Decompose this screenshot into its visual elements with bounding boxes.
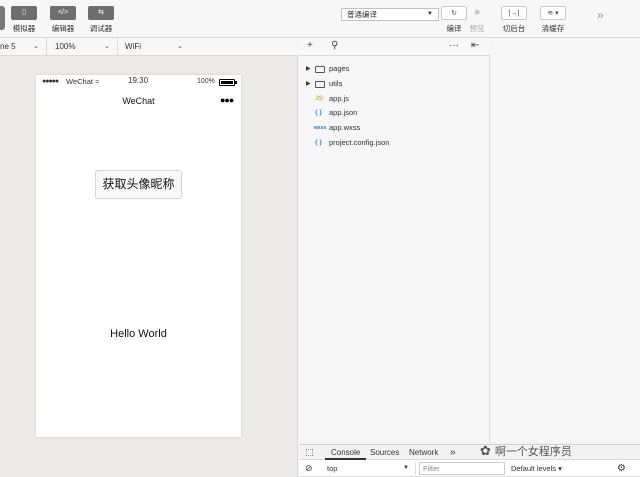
debugger-button[interactable]: ⇆ 调试器 [88, 6, 114, 34]
caret-right-icon: ▶ [306, 66, 311, 72]
tree-item-app-json[interactable]: { } app.json [299, 106, 490, 120]
tree-item-app-wxss[interactable]: wxss app.wxss [299, 121, 490, 135]
get-profile-button[interactable]: 获取头像昵称 [95, 170, 182, 199]
signal-icon: ●●●●● [42, 78, 59, 85]
status-time: 19:30 [128, 76, 149, 85]
battery-fill [221, 81, 233, 84]
tree-item-label: utils [329, 79, 343, 88]
wechat-logo-icon: ✿ [480, 443, 491, 458]
carrier-label: WeChat [66, 77, 93, 86]
eye-icon: ◉ [473, 9, 481, 16]
avatar[interactable] [0, 6, 5, 30]
file-tree-header: + ⚲ ··· ⇤ [299, 38, 490, 56]
battery-icon [219, 79, 237, 86]
wifi-icon: ≈ [95, 77, 100, 86]
debugger-label: 调试器 [89, 24, 113, 33]
hello-text: Hello World [110, 328, 167, 340]
battery-percent: 100% [197, 78, 215, 85]
background-label: 切后台 [502, 24, 526, 33]
levels-label: Default levels [511, 464, 557, 473]
tree-item-label: app.json [329, 108, 358, 117]
tree-item-project-config[interactable]: { } project.config.json [299, 136, 490, 150]
preview-button[interactable]: ◉ 预览 [464, 6, 490, 34]
tree-item-pages[interactable]: ▶ pages [299, 62, 490, 76]
more-icon[interactable]: ··· [449, 40, 459, 51]
tree-item-utils[interactable]: ▶ utils [299, 77, 490, 91]
folder-icon [315, 81, 325, 88]
zoom-value: 100% [55, 42, 76, 51]
watermark-text: 啊一个女程序员 [494, 446, 572, 458]
phone-icon: ▯ [11, 6, 37, 20]
tree-item-label: app.wxss [329, 123, 361, 132]
clear-cache-button[interactable]: ≋ ▾ 清缓存 [540, 6, 566, 34]
code-icon: </> [50, 6, 76, 20]
tree-item-app-js[interactable]: JS app.js [299, 92, 490, 106]
preview-label: 预览 [469, 24, 485, 33]
tab-network[interactable]: Network [409, 445, 438, 460]
chevron-right-icon[interactable]: » [597, 8, 604, 22]
compile-mode-select[interactable]: 普通编译 ▼ [341, 8, 439, 21]
compile-label: 编译 [446, 24, 462, 33]
device-bar: ne 5 ⌄ 100% ⌄ WiFi ⌄ [0, 38, 298, 56]
tree-item-label: project.config.json [329, 138, 390, 147]
device-select[interactable]: ne 5 ⌄ [0, 38, 47, 55]
tab-sources[interactable]: Sources [370, 445, 399, 460]
js-file-icon: JS [315, 95, 323, 102]
background-button[interactable]: |→| 切后台 [501, 6, 527, 34]
more-tabs-icon[interactable]: » [450, 445, 456, 460]
chevron-down-icon: ⌄ [177, 43, 183, 50]
watermark: ✿ 啊一个女程序员 [480, 441, 572, 461]
status-bar: ●●●●● WeChat ≈ 19:30 100% [36, 75, 241, 89]
simulator-panel: ●●●●● WeChat ≈ 19:30 100% WeChat ●●● 获取头… [0, 56, 298, 477]
clear-console-icon[interactable]: ⊘ [305, 460, 313, 477]
caret-down-icon: ▼ [403, 465, 409, 471]
main-toolbar: ▯ 模拟器 </> 编辑器 ⇆ 调试器 普通编译 ▼ ↻ 编译 ◉ 预览 |→|… [0, 0, 640, 38]
json-file-icon: { } [315, 139, 322, 146]
add-icon[interactable]: + [307, 40, 313, 51]
caret-down-icon: ▼ [427, 11, 433, 17]
divider [415, 462, 416, 475]
folder-icon [315, 66, 325, 73]
editor-pane [491, 38, 640, 442]
carrier: WeChat ≈ [66, 77, 99, 86]
tree-item-label: pages [329, 64, 350, 73]
editor-button[interactable]: </> 编辑器 [50, 6, 76, 34]
switch-background-icon: |→| [501, 6, 527, 20]
editor-label: 编辑器 [51, 24, 75, 33]
compile-mode-value: 普通编译 [347, 10, 377, 19]
network-select[interactable]: WiFi ⌄ [120, 38, 190, 55]
context-select[interactable]: top [327, 460, 337, 477]
zoom-select[interactable]: 100% ⌄ [50, 38, 118, 55]
wxss-file-icon: wxss [314, 125, 327, 131]
file-tree: ▶ pages ▶ utils JS app.js { } app.json w… [299, 56, 490, 442]
clear-cache-label: 清缓存 [541, 24, 565, 33]
collapse-icon[interactable]: ⇤ [471, 40, 479, 51]
chevron-down-icon: ⌄ [104, 43, 110, 50]
nav-title: WeChat [122, 96, 155, 106]
search-icon[interactable]: ⚲ [331, 40, 338, 51]
simulator-button[interactable]: ▯ 模拟器 [11, 6, 37, 34]
gear-icon[interactable]: ⚙ [617, 460, 626, 477]
inspect-icon[interactable]: ⬚ [305, 445, 314, 460]
filter-input[interactable]: Filter [419, 462, 505, 475]
phone-screen: ●●●●● WeChat ≈ 19:30 100% WeChat ●●● 获取头… [36, 75, 241, 437]
network-value: WiFi [125, 42, 141, 51]
console-toolbar: ⊘ top ▼ Filter Default levels ▾ ⚙ [299, 460, 640, 477]
debug-icon: ⇆ [88, 6, 114, 20]
layers-icon: ≋ ▾ [540, 6, 566, 20]
more-menu-icon[interactable]: ●●● [220, 95, 234, 105]
tab-console[interactable]: Console [325, 445, 367, 460]
device-value: ne 5 [0, 42, 16, 51]
devtools-tabbar: ⬚ Console Sources Network » [299, 444, 640, 460]
json-file-icon: { } [315, 109, 322, 116]
levels-select[interactable]: Default levels ▾ [511, 460, 562, 477]
simulator-label: 模拟器 [12, 24, 36, 33]
caret-right-icon: ▶ [306, 81, 311, 87]
tree-item-label: app.js [329, 94, 350, 103]
chevron-down-icon: ⌄ [33, 43, 39, 50]
